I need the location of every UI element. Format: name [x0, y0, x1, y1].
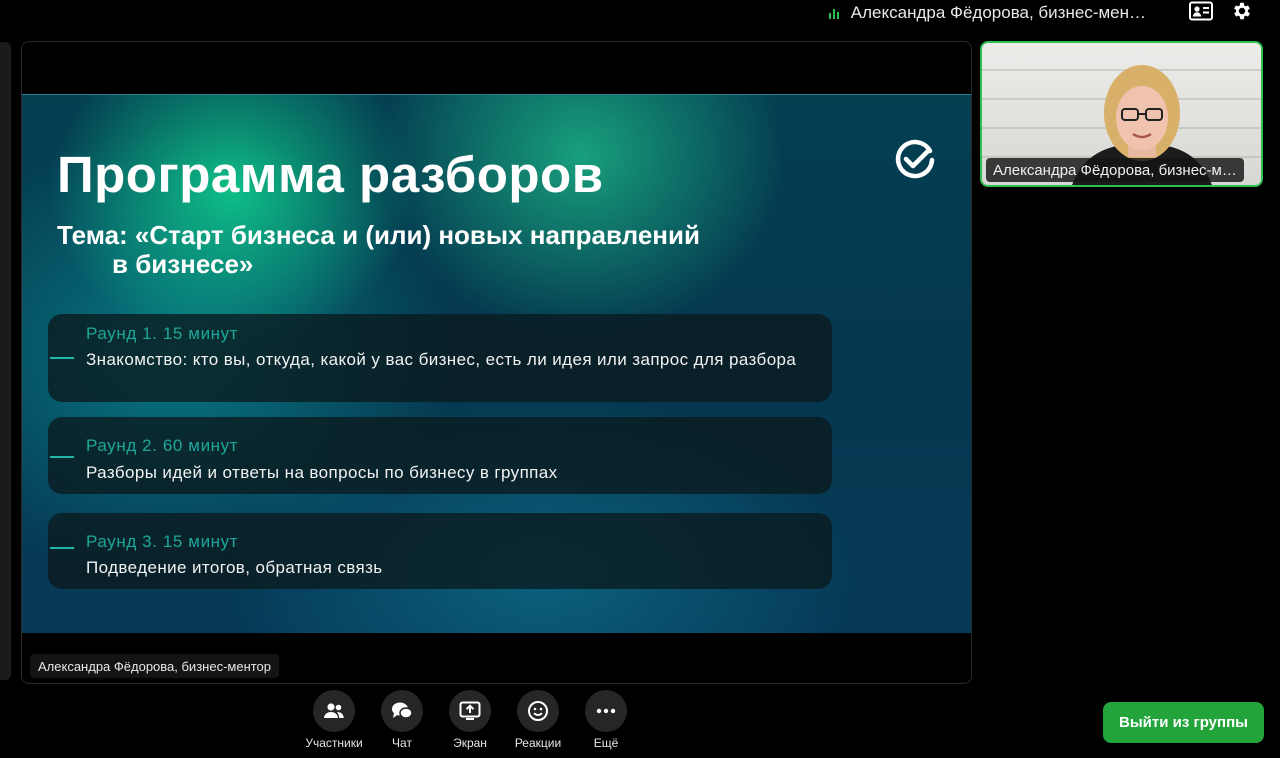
round-card-2: Раунд 2. 60 минут Разборы идей и ответы …	[48, 417, 832, 494]
round-text: Подведение итогов, обратная связь	[86, 558, 383, 577]
round-heading: Раунд 1. 15 минут	[86, 324, 239, 343]
round-card-1: Раунд 1. 15 минут Знакомство: кто вы, от…	[48, 314, 832, 402]
participant-video-tile[interactable]: Александра Фёдорова, бизнес-м…	[980, 41, 1263, 187]
participants-button[interactable]: Участники	[300, 690, 368, 756]
more-button[interactable]: Ещё	[572, 690, 640, 756]
round-heading: Раунд 3. 15 минут	[86, 532, 239, 551]
meeting-toolbar: Участники Чат Экран Реакции Ещё	[300, 690, 640, 756]
participants-icon[interactable]	[313, 690, 355, 732]
side-panel-handle[interactable]	[0, 42, 11, 680]
screen-share-panel: Программа разборов Тема: «Старт бизнеса …	[21, 41, 972, 684]
dash-icon	[50, 456, 74, 458]
check-circle-icon	[895, 139, 935, 179]
gear-icon[interactable]	[1229, 0, 1255, 22]
slide-subtitle: Тема: «Старт бизнеса и (или) новых напра…	[57, 221, 817, 279]
screen-share-icon[interactable]	[449, 690, 491, 732]
round-text: Знакомство: кто вы, откуда, какой у вас …	[86, 350, 797, 369]
smile-icon[interactable]	[517, 690, 559, 732]
slide-subtitle-line2: в бизнесе»	[112, 249, 254, 279]
round-heading: Раунд 2. 60 минут	[86, 436, 239, 455]
leave-group-button[interactable]: Выйти из группы	[1103, 702, 1264, 743]
screen-share-label: Экран	[453, 736, 487, 750]
speaking-indicator-icon	[828, 7, 839, 19]
slide-title: Программа разборов	[57, 146, 604, 203]
participant-card-icon[interactable]	[1188, 0, 1214, 22]
presentation-slide: Программа разборов Тема: «Старт бизнеса …	[22, 94, 971, 633]
dash-icon	[50, 547, 74, 549]
reactions-label: Реакции	[514, 736, 562, 750]
round-card-3: Раунд 3. 15 минут Подведение итогов, обр…	[48, 513, 832, 589]
participant-name-tag: Александра Фёдорова, бизнес-м…	[986, 158, 1244, 182]
share-owner-name-tag: Александра Фёдорова, бизнес-ментор	[30, 654, 280, 678]
chat-label: Чат	[392, 736, 412, 750]
active-speaker: Александра Фёдорова, бизнес-мен…	[828, 3, 1146, 23]
more-dots-icon[interactable]	[585, 690, 627, 732]
participants-label: Участники	[305, 736, 363, 750]
slide-subtitle-line1: Тема: «Старт бизнеса и (или) новых напра…	[57, 220, 700, 250]
more-label: Ещё	[593, 736, 619, 750]
active-speaker-name: Александра Фёдорова, бизнес-мен…	[850, 3, 1146, 22]
top-bar: Александра Фёдорова, бизнес-мен…	[0, 0, 1280, 40]
reactions-button[interactable]: Реакции	[504, 690, 572, 756]
round-text: Разборы идей и ответы на вопросы по бизн…	[86, 463, 558, 482]
screen-share-button[interactable]: Экран	[436, 690, 504, 756]
dash-icon	[50, 357, 74, 359]
chat-icon[interactable]	[381, 690, 423, 732]
chat-button[interactable]: Чат	[368, 690, 436, 756]
